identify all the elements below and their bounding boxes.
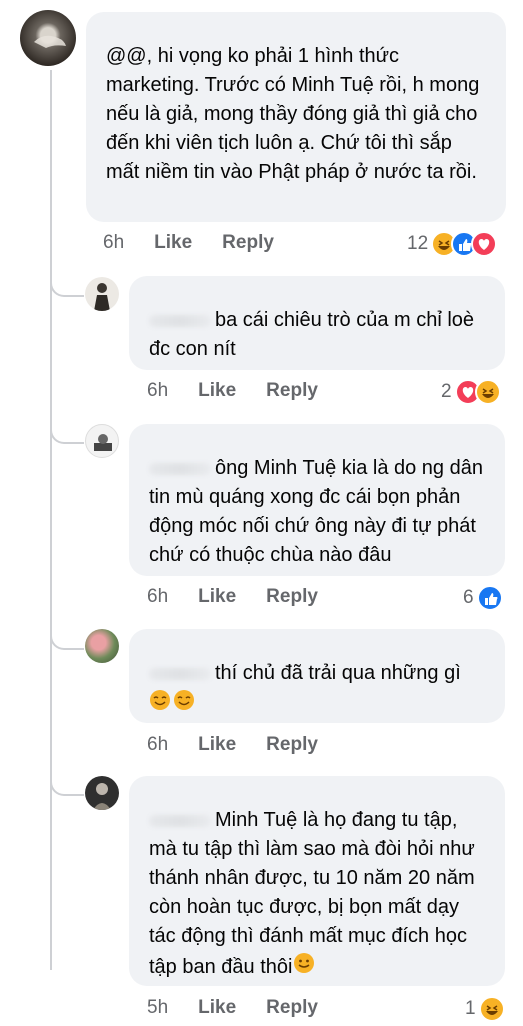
author-name-blurred xyxy=(149,314,211,327)
avatar-image xyxy=(93,783,111,810)
avatar[interactable] xyxy=(85,776,119,810)
haha-icon xyxy=(474,379,501,405)
avatar-image xyxy=(94,434,112,451)
reply-button[interactable]: Reply xyxy=(266,586,318,608)
reaction-summary[interactable]: 2 xyxy=(441,379,501,405)
avatar[interactable] xyxy=(85,424,119,458)
reply-time[interactable]: 6h xyxy=(147,586,168,608)
reply-button[interactable]: Reply xyxy=(266,734,318,756)
reply-actions: 6h Like Reply xyxy=(147,586,318,608)
avatar-image xyxy=(34,35,66,48)
avatar[interactable] xyxy=(85,629,119,663)
author-name-blurred xyxy=(149,814,211,827)
reaction-summary[interactable]: 6 xyxy=(463,585,503,611)
reply-bubble: ba cái chiêu trò của m chỉ loè đc con ní… xyxy=(129,276,505,370)
reply-text: thí chủ đã trải qua những gì xyxy=(215,662,461,684)
like-button[interactable]: Like xyxy=(198,380,236,402)
reply-time[interactable]: 6h xyxy=(147,380,168,402)
like-icon xyxy=(476,585,503,611)
avatar[interactable] xyxy=(85,277,119,311)
like-button[interactable]: Like xyxy=(154,232,192,254)
reaction-count: 2 xyxy=(441,381,452,402)
blushing-smile-emoji xyxy=(149,688,197,721)
comment-actions: 6h Like Reply xyxy=(103,232,274,254)
reply-bubble: Minh Tuệ là họ đang tu tập, mà tu tập th… xyxy=(129,776,505,986)
thread-line xyxy=(50,70,52,970)
reply-button[interactable]: Reply xyxy=(266,997,318,1019)
slightly-smiling-emoji xyxy=(292,951,316,984)
comment-bubble: @@, hi vọng ko phải 1 hình thức marketin… xyxy=(86,12,506,222)
reply-connector xyxy=(50,400,84,444)
love-icon xyxy=(471,231,498,257)
author-name-blurred xyxy=(149,462,211,475)
reply-connector xyxy=(50,250,84,297)
comment-time[interactable]: 6h xyxy=(103,232,124,254)
like-button[interactable]: Like xyxy=(198,734,236,756)
like-button[interactable]: Like xyxy=(198,997,236,1019)
reply-actions: 6h Like Reply xyxy=(147,380,318,402)
author-name-blurred xyxy=(149,667,211,680)
reply-connector xyxy=(50,754,84,796)
reply-button[interactable]: Reply xyxy=(266,380,318,402)
reply-time[interactable]: 5h xyxy=(147,997,168,1019)
reaction-summary[interactable]: 1 xyxy=(465,996,505,1022)
reply-time[interactable]: 6h xyxy=(147,734,168,756)
reaction-count: 1 xyxy=(465,998,476,1019)
reply-actions: 5h Like Reply xyxy=(147,997,318,1019)
reply-bubble: thí chủ đã trải qua những gì xyxy=(129,629,505,723)
comment-text: @@, hi vọng ko phải 1 hình thức marketin… xyxy=(106,45,480,183)
haha-icon xyxy=(478,996,505,1022)
reaction-count: 6 xyxy=(463,587,474,608)
like-button[interactable]: Like xyxy=(198,586,236,608)
reaction-summary[interactable]: 12 xyxy=(407,231,498,257)
reply-bubble: ông Minh Tuệ kia là do ng dân tin mù quá… xyxy=(129,424,505,576)
reply-actions: 6h Like Reply xyxy=(147,734,318,756)
avatar-image xyxy=(94,283,110,311)
reply-button[interactable]: Reply xyxy=(222,232,274,254)
avatar[interactable] xyxy=(20,10,76,66)
reply-connector xyxy=(50,606,84,650)
reaction-count: 12 xyxy=(407,233,429,254)
